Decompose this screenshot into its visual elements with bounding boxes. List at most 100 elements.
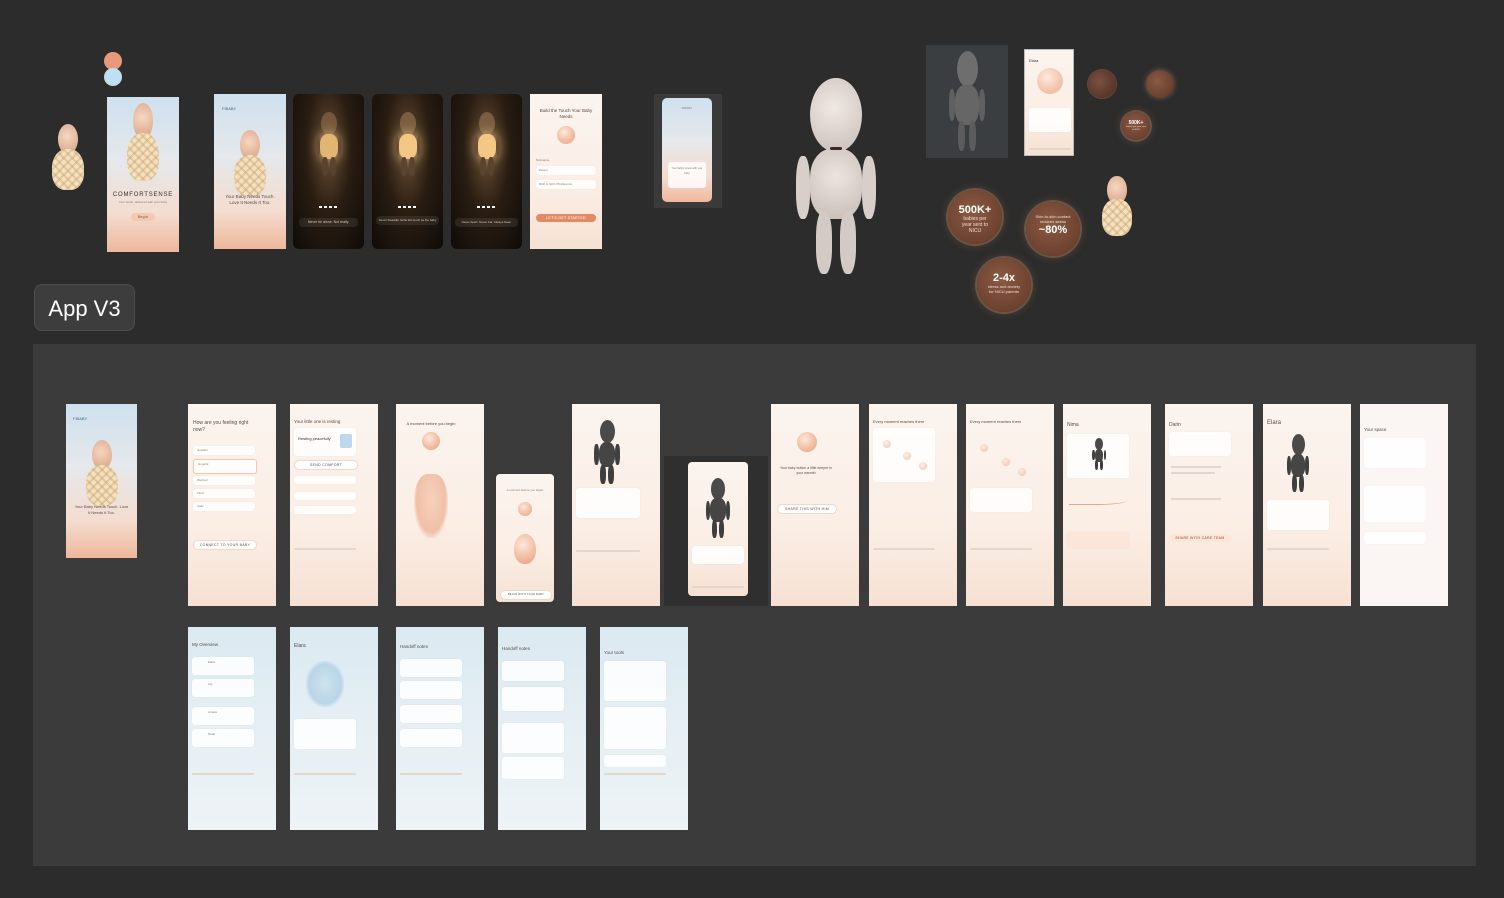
bottom-nav [604, 773, 666, 775]
feeling-option-grateful[interactable]: Grateful [193, 446, 255, 455]
stat-value: 500K+ [958, 204, 992, 216]
patient-card-lily[interactable]: Lily [192, 679, 254, 697]
swaddled-baby-image [1102, 176, 1132, 236]
doll-phone-actions [692, 586, 744, 588]
space-card[interactable] [1364, 532, 1426, 544]
v3-resting-frame[interactable]: Your little one is resting Resting peace… [290, 404, 378, 606]
space-card[interactable] [1364, 486, 1426, 522]
elara-profile-frame[interactable]: Elara [1024, 49, 1074, 156]
bottom-nav [192, 773, 254, 775]
share-care-team-button[interactable]: SHARE WITH CARE TEAM [1169, 534, 1231, 542]
patient-card-noah[interactable]: Noah [192, 729, 254, 747]
onboarding-comfortsense-frame[interactable]: COMFORTSENSE Your touch, delivered with … [107, 97, 179, 252]
handoff-card[interactable] [400, 729, 462, 747]
feeling-option-calm[interactable]: Calm [193, 502, 255, 511]
baby-thumbnail [340, 434, 352, 448]
v3-every-moment-frame-1[interactable]: Every moment reaches them [869, 404, 957, 606]
glowing-doll-image [313, 112, 345, 176]
tools-card[interactable] [604, 755, 666, 767]
activity-row[interactable] [294, 476, 356, 484]
patient-visual [306, 661, 344, 707]
build-touch-frame[interactable]: Build the Touch Your Baby Needs Nickname… [530, 94, 602, 249]
v3-handoff-frame-1[interactable]: Handoff notes [396, 627, 484, 830]
send-comfort-button[interactable]: SEND COMFORT [294, 460, 358, 470]
darin-text [1171, 466, 1221, 468]
grey-doll-card [926, 45, 1008, 158]
welcome-tagline: Your Baby Needs Touch. Love It Needs It … [74, 504, 129, 515]
begin-button[interactable]: Begin [131, 213, 155, 221]
tools-card[interactable] [604, 661, 666, 701]
moment-bubble [1002, 458, 1010, 466]
dark-doll-image [1091, 438, 1107, 470]
v3-nima-frame[interactable]: Nima [1063, 404, 1151, 606]
activity-row[interactable] [294, 506, 356, 514]
v3-your-space-frame[interactable]: Your space [1360, 404, 1448, 606]
handoff-card[interactable] [400, 705, 462, 723]
v3-pairing-phone[interactable]: A moment before you begin BEGIN WITH YOU… [493, 472, 557, 606]
patient-card-amara[interactable]: Amara [192, 707, 254, 725]
stat-circle-skin-to-skin: Skin-to-skin contact reduces stress ~80% [1026, 202, 1080, 256]
stat-value: ~80% [1038, 224, 1068, 236]
v3-baby-button-frame[interactable]: Your baby button a little deeper in your… [771, 404, 859, 606]
doll-info-card [576, 488, 640, 518]
stat-label: babies per year sent to NICU [1126, 126, 1146, 131]
v3-overview-frame[interactable]: My Overview Elara Lily Amara Noah [188, 627, 276, 830]
v3-moment-frame[interactable]: A moment before you begin [396, 404, 484, 606]
dark-intro-frame-3[interactable]: Never Apart. Never Far. Always Near. [451, 94, 522, 249]
v3-welcome-frame[interactable]: FIBABY Your Baby Needs Touch. Love It Ne… [66, 404, 137, 558]
begin-with-baby-button[interactable]: BEGIN WITH YOUR BABY [500, 590, 552, 600]
patient-name: Amara [208, 710, 217, 714]
swaddled-baby-image [86, 440, 118, 506]
mini-phone-mock[interactable]: FIBABY Your baby's stress with your baby [654, 94, 722, 208]
space-card[interactable] [1364, 438, 1426, 468]
v3-handoff-frame-2[interactable]: Handoff notes [498, 627, 586, 830]
elara-nav [1029, 148, 1071, 150]
onboarding-tagline-frame[interactable]: FIBABY Your Baby Needs Touch. Love It Ne… [214, 94, 286, 249]
moment-bubble [919, 462, 927, 470]
section-label-app-v3[interactable]: App V3 [34, 284, 135, 331]
activity-row[interactable] [294, 492, 356, 500]
v3-doll-frame[interactable] [572, 404, 660, 606]
patient-name: Elara [208, 660, 216, 664]
patient-card-elara[interactable]: Elara [192, 657, 254, 675]
build-touch-title: Build the Touch Your Baby Needs [539, 108, 593, 119]
v3-your-tools-frame[interactable]: Your tools [600, 627, 688, 830]
v3-elara-frame[interactable]: Elara [1263, 404, 1351, 606]
moment-title: A moment before you begin [406, 421, 456, 426]
handoff-note [502, 757, 564, 779]
share-with-him-button[interactable]: SHARE THIS WITH HIM [777, 504, 837, 514]
dark-intro-frame-1[interactable]: Never be alone. Not really. [293, 94, 364, 249]
nickname-input[interactable]: Parent [536, 166, 596, 175]
lets-get-started-button[interactable]: LET'S GET STARTED [536, 214, 596, 222]
v3-feeling-frame[interactable]: How are you feeling right now? Grateful … [188, 404, 276, 606]
v3-doll-phone-dark[interactable] [664, 456, 768, 606]
stat-label: babies per year sent to NICU [961, 216, 989, 234]
your-space-title: Your space [1364, 427, 1387, 432]
nicu-preference-input[interactable]: Birth in NICU Preference [536, 180, 596, 189]
option-label: Grateful [197, 448, 208, 452]
resting-title: Your little one is resting [294, 419, 341, 424]
moment-detail-card [970, 488, 1032, 512]
pairing-orb [518, 502, 532, 516]
connect-to-baby-button[interactable]: CONNECT TO YOUR BABY [193, 540, 257, 550]
glowing-doll-image [392, 112, 424, 176]
feeling-option-tired[interactable]: Tired [193, 489, 255, 498]
feeling-option-worried[interactable]: Worried [193, 476, 255, 485]
handoff-card[interactable] [400, 681, 462, 699]
every-moment-title: Every moment reaches them [873, 419, 925, 424]
brand-name: COMFORTSENSE [112, 192, 174, 198]
option-label: Tired [197, 491, 204, 495]
patient-detail-name: Elara [294, 643, 306, 649]
v3-darin-frame[interactable]: Darin SHARE WITH CARE TEAM [1165, 404, 1253, 606]
v3-every-moment-frame-2[interactable]: Every moment reaches them [966, 404, 1054, 606]
touch-orb [557, 126, 575, 144]
dark-intro-frame-2[interactable]: Smart Swaddle holds felt touch as the ba… [372, 94, 443, 249]
handoff-card[interactable] [400, 659, 462, 677]
v3-patient-detail-frame[interactable]: Elara [290, 627, 378, 830]
stat-label: Skin-to-skin contact reduces stress [1035, 214, 1071, 224]
tools-card[interactable] [604, 707, 666, 749]
progress-dots [398, 206, 418, 208]
baby-button-title: Your baby button a little deeper in your… [779, 466, 833, 475]
feeling-option-hopeful[interactable]: Hopeful [193, 459, 257, 474]
brand-subtitle: Your touch, delivered with your baby [118, 200, 168, 204]
